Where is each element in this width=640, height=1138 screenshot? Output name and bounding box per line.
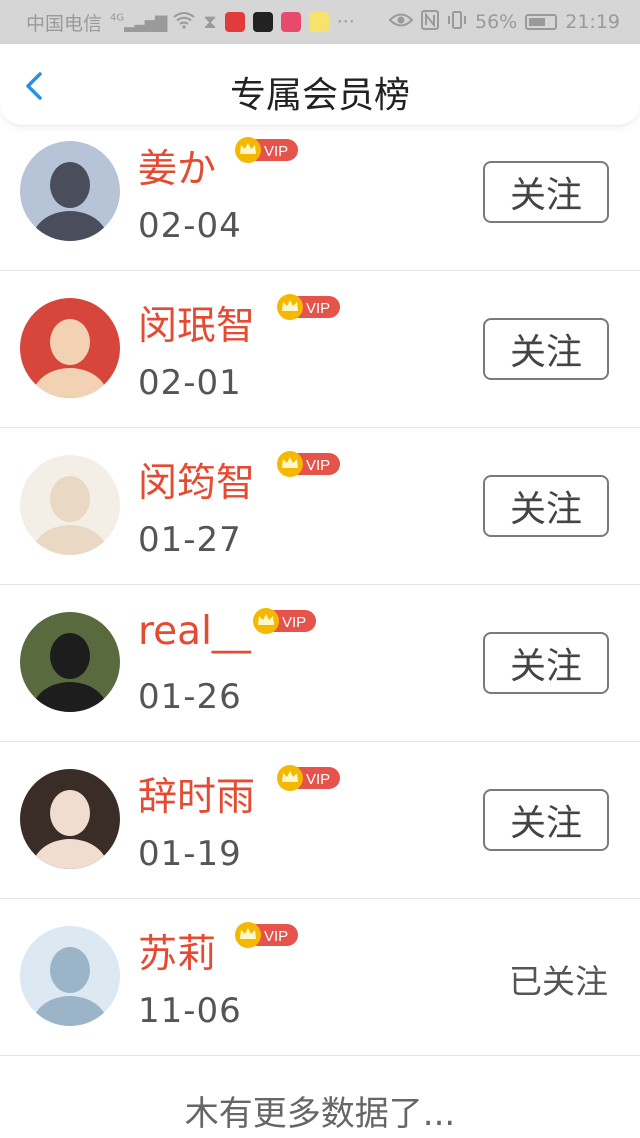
avatar[interactable]: [20, 769, 120, 869]
status-bar: 中国电信 4G▂▃▅▇ ⧗ ··· 56% 21:19: [0, 0, 640, 44]
member-date: 02-04: [138, 206, 242, 246]
no-more-data-label: 木有更多数据了...: [184, 1094, 456, 1134]
avatar[interactable]: [20, 298, 120, 398]
vip-badge: VIP: [276, 764, 342, 791]
follow-button[interactable]: 关注: [483, 632, 609, 694]
battery-icon: [525, 14, 558, 30]
follow-button[interactable]: 关注: [483, 475, 609, 537]
member-row[interactable]: 闵筠智 VIP 01-27 关注: [0, 428, 640, 585]
hourglass-icon: ⧗: [203, 11, 217, 33]
vip-badge: VIP: [234, 136, 300, 163]
member-row[interactable]: 苏莉 VIP 11-06 已关注: [0, 899, 640, 1056]
battery-percent: 56%: [475, 11, 518, 33]
member-date: 01-26: [138, 677, 242, 717]
nav-header: 专属会员榜: [0, 44, 640, 126]
avatar[interactable]: [20, 612, 120, 712]
capcut-notification-icon: [252, 12, 273, 32]
member-list: 姜か VIP 02-04 关注 闵珉智 VIP 02-01 关注 闵筠智 VIP 01-27 关注 re…: [0, 114, 640, 1056]
vip-badge: VIP: [276, 450, 342, 477]
member-date: 02-01: [138, 363, 242, 403]
wifi-icon: [173, 11, 195, 34]
emoji-notification-icon: [308, 12, 329, 32]
avatar[interactable]: [20, 455, 120, 555]
member-name[interactable]: 姜か: [138, 138, 216, 194]
network-type: 4G: [110, 12, 125, 24]
member-date: 01-27: [138, 520, 242, 560]
avatar[interactable]: [20, 926, 120, 1026]
member-name[interactable]: real__: [138, 609, 251, 654]
follow-button[interactable]: 关注: [483, 789, 609, 851]
vip-badge: VIP: [252, 607, 318, 634]
vip-badge-text: VIP: [264, 928, 288, 945]
vip-badge: VIP: [234, 921, 300, 948]
status-right: 56% 21:19: [388, 9, 620, 35]
member-name[interactable]: 苏莉: [138, 923, 216, 979]
member-row[interactable]: 闵珉智 VIP 02-01 关注: [0, 271, 640, 428]
vip-badge-text: VIP: [282, 614, 306, 631]
calendar-notification-icon: [280, 12, 301, 32]
carrier-label: 中国电信: [26, 12, 103, 35]
follow-button[interactable]: 关注: [483, 161, 609, 223]
avatar[interactable]: [20, 141, 120, 241]
member-row[interactable]: real__ VIP 01-26 关注: [0, 585, 640, 742]
app-notification-icon: [224, 12, 245, 32]
vip-badge-text: VIP: [264, 143, 288, 160]
member-date: 01-19: [138, 834, 242, 874]
member-name[interactable]: 辞时雨: [138, 766, 255, 822]
vip-badge-text: VIP: [306, 300, 330, 317]
member-row[interactable]: 辞时雨 VIP 01-19 关注: [0, 742, 640, 899]
signal-icon: 4G▂▃▅▇: [110, 12, 167, 32]
member-name[interactable]: 闵珉智: [138, 295, 255, 351]
clock: 21:19: [565, 11, 620, 33]
page-title: 专属会员榜: [229, 75, 410, 116]
member-row[interactable]: 姜か VIP 02-04 关注: [0, 114, 640, 271]
member-name[interactable]: 闵筠智: [138, 452, 255, 508]
followed-status[interactable]: 已关注: [509, 955, 608, 1003]
vip-badge-text: VIP: [306, 771, 330, 788]
eye-comfort-icon: [388, 11, 414, 33]
more-notifications-icon: ···: [336, 11, 355, 33]
nfc-icon: [421, 9, 439, 35]
vip-badge: VIP: [276, 293, 342, 320]
vibrate-icon: [447, 10, 467, 35]
follow-button[interactable]: 关注: [483, 318, 609, 380]
vip-badge-text: VIP: [306, 457, 330, 474]
status-left: 中国电信 4G▂▃▅▇ ⧗ ···: [26, 9, 355, 36]
member-date: 11-06: [138, 991, 242, 1031]
